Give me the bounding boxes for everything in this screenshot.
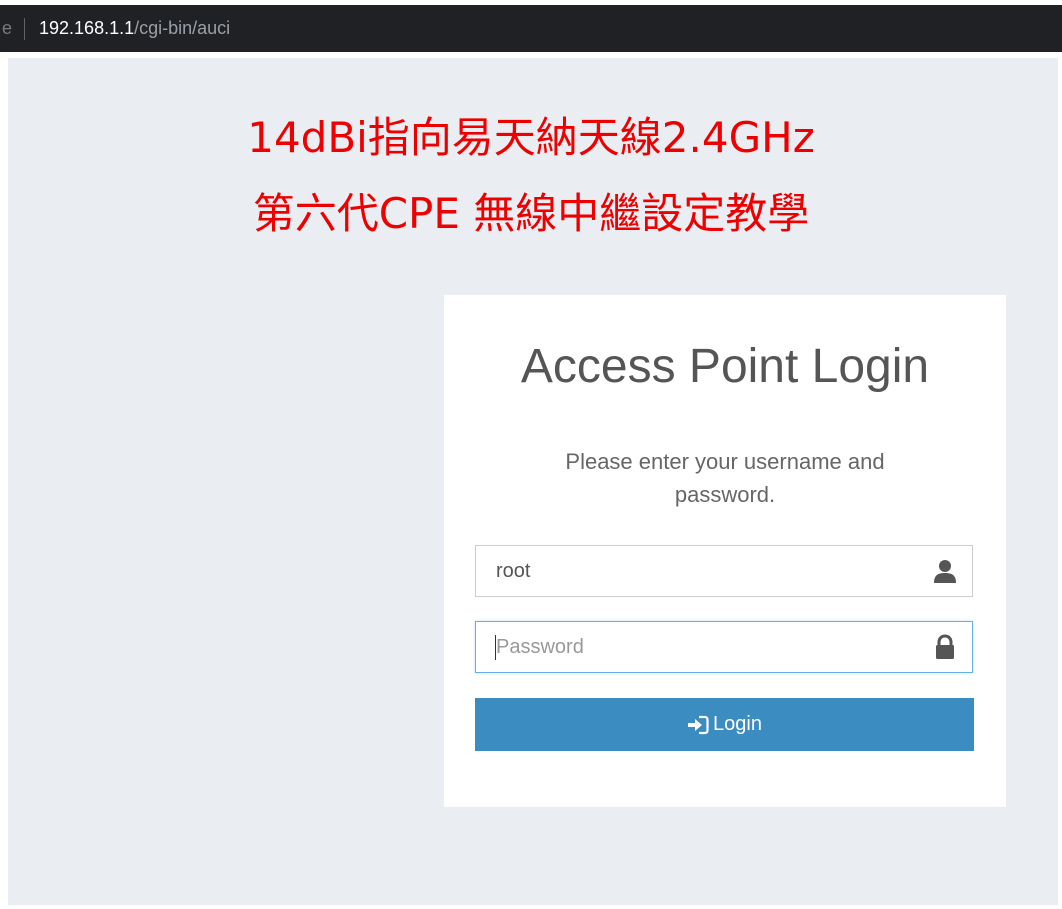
username-input[interactable] <box>476 546 936 596</box>
browser-address-bar: e 192.168.1.1/cgi-bin/auci <box>0 0 1062 58</box>
login-panel: Access Point Login Please enter your use… <box>444 295 1006 807</box>
address-bar-strip[interactable]: e 192.168.1.1/cgi-bin/auci <box>0 5 1062 52</box>
sign-in-icon <box>687 715 709 735</box>
login-button[interactable]: Login <box>475 698 974 751</box>
address-path[interactable]: /cgi-bin/auci <box>134 18 230 39</box>
banner-title-line-2: 第六代CPE 無線中繼設定教學 <box>252 189 810 238</box>
text-cursor <box>495 635 496 660</box>
login-title: Access Point Login <box>520 340 930 393</box>
user-icon <box>932 558 958 584</box>
username-field[interactable] <box>475 545 973 597</box>
banner-title-line-1: 14dBi指向易天納天線2.4GHz <box>247 113 815 162</box>
address-host[interactable]: 192.168.1.1 <box>39 18 134 39</box>
password-input[interactable] <box>476 622 936 672</box>
login-instructions: Please enter your username and password. <box>565 449 885 507</box>
address-edge-glyph: e <box>2 18 13 38</box>
lock-icon <box>932 634 958 660</box>
password-field[interactable] <box>475 621 973 673</box>
address-separator <box>24 17 26 40</box>
login-button-label: Login <box>713 713 762 735</box>
